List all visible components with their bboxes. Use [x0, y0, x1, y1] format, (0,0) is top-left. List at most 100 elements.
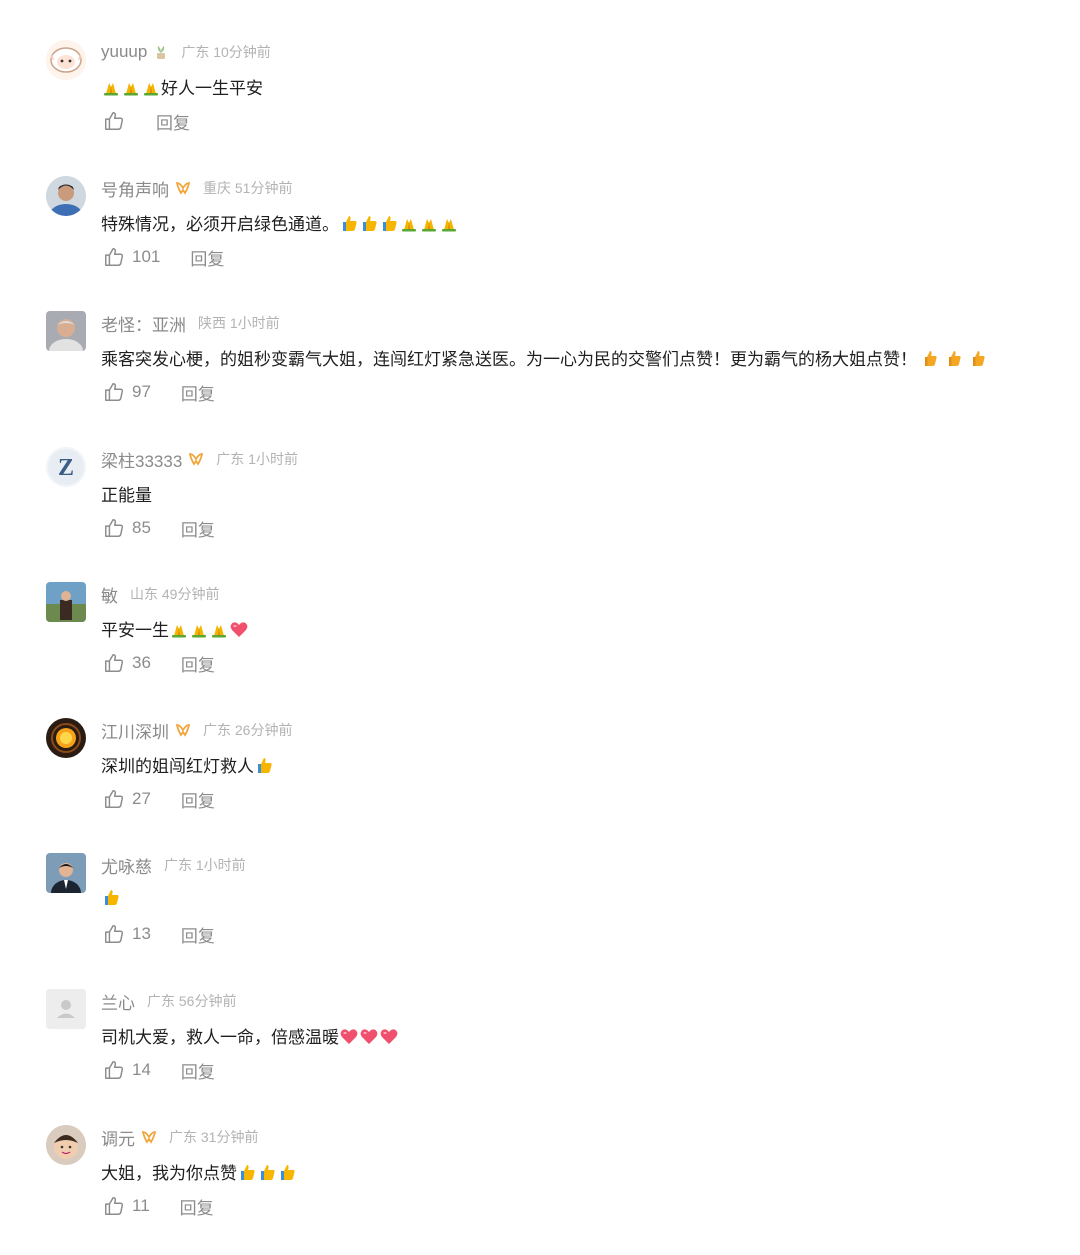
location-time: 重庆 51分钟前	[203, 180, 293, 196]
comment-item: 号角声响 重庆 51分钟前特殊情况，必须开启绿色通道。 101 回复	[0, 176, 1080, 306]
like-icon[interactable]	[103, 1059, 125, 1081]
comment-text: 好人一生平安	[101, 74, 263, 99]
reply-button[interactable]: 回复	[180, 1194, 214, 1219]
thumbs-up-emoji-icon	[969, 348, 989, 368]
username[interactable]: 敏	[101, 582, 118, 607]
like-count: 85	[132, 518, 151, 537]
pray-emoji-icon	[141, 77, 161, 97]
location-time: 广东 56分钟前	[147, 993, 237, 1009]
comment-meta: yuuup 广东 10分钟前	[101, 41, 271, 63]
thumbs-up-emoji-icon	[254, 755, 274, 775]
comment-text	[101, 887, 121, 907]
pray-emoji-icon	[101, 77, 121, 97]
avatar[interactable]	[46, 1125, 86, 1165]
comment-item: 尤咏慈 广东 1小时前 13 回复	[0, 853, 1080, 983]
comment-list: yuuup 广东 10分钟前 好人一生平安 回复 号角声响 重庆 51分钟前 特殊情况，必须…	[0, 0, 1080, 1237]
heart-emoji-icon	[339, 1026, 359, 1046]
svg-text:Z: Z	[58, 455, 74, 481]
location-time: 广东 26分钟前	[203, 722, 293, 738]
thumbs-up-emoji-icon	[379, 213, 399, 233]
username[interactable]: 兰心	[101, 989, 135, 1014]
heart-emoji-icon	[379, 1026, 399, 1046]
username[interactable]: 号角声响	[101, 176, 169, 201]
like-icon[interactable]	[103, 246, 125, 268]
comment-item: Z 梁柱33333 广东 1小时前 正能量 85 回复	[0, 447, 1080, 577]
reply-button[interactable]: 回复	[181, 922, 215, 947]
avatar[interactable]	[46, 853, 86, 893]
location-time: 山东 49分钟前	[130, 586, 220, 602]
comment-meta: 号角声响 重庆 51分钟前	[101, 176, 293, 201]
heart-emoji-icon	[359, 1026, 379, 1046]
fan-badge-icon	[175, 180, 191, 196]
like-icon[interactable]	[103, 110, 125, 132]
comment-text: 平安一生	[101, 616, 249, 641]
avatar[interactable]	[46, 989, 86, 1029]
pray-emoji-icon	[209, 619, 229, 639]
comment-item: yuuup 广东 10分钟前好人一生平安回复	[0, 40, 1080, 170]
username[interactable]: 老怪：亚洲	[101, 311, 186, 336]
thumbs-up-emoji-icon	[257, 1162, 277, 1182]
like-count: 14	[132, 1060, 151, 1079]
avatar[interactable]: Z	[46, 447, 86, 487]
comment-item: 兰心 广东 56分钟前 司机大爱，救人一命，倍感温暖 14 回复	[0, 989, 1080, 1119]
comment-item: 调元 广东 31分钟前 大姐，我为你点赞 11 回复	[0, 1125, 1080, 1255]
reply-button[interactable]: 回复	[181, 516, 215, 541]
thumbs-up-emoji-icon	[101, 887, 121, 907]
pray-emoji-icon	[169, 619, 189, 639]
comment-body: 大姐，我为你点赞	[101, 1164, 237, 1183]
like-count: 13	[132, 924, 151, 943]
username[interactable]: 江川深圳	[101, 718, 169, 743]
reply-button[interactable]: 回复	[181, 787, 215, 812]
comment-actions: 11 回复	[103, 1194, 214, 1218]
like-icon[interactable]	[103, 381, 125, 403]
location-time: 陕西 1小时前	[198, 315, 280, 331]
username[interactable]: 梁柱33333	[101, 447, 182, 472]
fan-badge-icon	[141, 1129, 157, 1145]
comment-meta: 尤咏慈 广东 1小时前	[101, 853, 246, 878]
reply-button[interactable]: 回复	[181, 380, 215, 405]
like-icon[interactable]	[103, 517, 125, 539]
reply-button[interactable]: 回复	[181, 651, 215, 676]
username[interactable]: yuuup	[101, 42, 147, 62]
comment-actions: 13 回复	[103, 922, 215, 946]
avatar[interactable]	[46, 582, 86, 622]
like-icon[interactable]	[103, 652, 125, 674]
fan-badge-icon	[175, 722, 191, 738]
thumbs-up-emoji-icon	[359, 213, 379, 233]
like-icon[interactable]	[103, 1195, 125, 1217]
comment-item: 老怪：亚洲 陕西 1小时前乘客突发心梗，的姐秒变霸气大姐，连闯红灯紧急送医。为一心…	[0, 311, 1080, 441]
comment-body: 好人一生平安	[161, 79, 263, 98]
pray-emoji-icon	[189, 619, 209, 639]
avatar[interactable]	[46, 40, 86, 80]
username[interactable]: 调元	[101, 1125, 135, 1150]
comment-text: 正能量	[101, 481, 152, 506]
like-count: 27	[132, 789, 151, 808]
fan-badge-icon	[188, 451, 204, 467]
comment-text: 深圳的姐闯红灯救人	[101, 752, 274, 777]
thumbs-up-emoji-icon	[921, 348, 941, 368]
comment-actions: 回复	[103, 109, 190, 133]
reply-button[interactable]: 回复	[190, 245, 224, 270]
like-icon[interactable]	[103, 923, 125, 945]
comment-meta: 老怪：亚洲 陕西 1小时前	[101, 311, 280, 336]
reply-button[interactable]: 回复	[181, 1058, 215, 1083]
avatar[interactable]	[46, 311, 86, 351]
comment-actions: 14 回复	[103, 1058, 215, 1082]
like-count: 11	[132, 1196, 150, 1215]
comment-actions: 101 回复	[103, 245, 224, 269]
comment-actions: 36 回复	[103, 651, 215, 675]
pray-emoji-icon	[419, 213, 439, 233]
like-count: 97	[132, 382, 151, 401]
like-icon[interactable]	[103, 788, 125, 810]
reply-button[interactable]: 回复	[156, 109, 190, 134]
avatar[interactable]	[46, 718, 86, 758]
pray-emoji-icon	[121, 77, 141, 97]
pray-emoji-icon	[439, 213, 459, 233]
comment-body: 乘客突发心梗，的姐秒变霸气大姐，连闯红灯紧急送医。为一心为民的交警们点赞！更为霸…	[101, 350, 917, 369]
comment-text: 特殊情况，必须开启绿色通道。	[101, 210, 459, 235]
username[interactable]: 尤咏慈	[101, 853, 152, 878]
avatar[interactable]	[46, 176, 86, 216]
comment-body: 正能量	[101, 486, 152, 505]
comment-body: 深圳的姐闯红灯救人	[101, 757, 254, 776]
comment-actions: 27 回复	[103, 787, 215, 811]
